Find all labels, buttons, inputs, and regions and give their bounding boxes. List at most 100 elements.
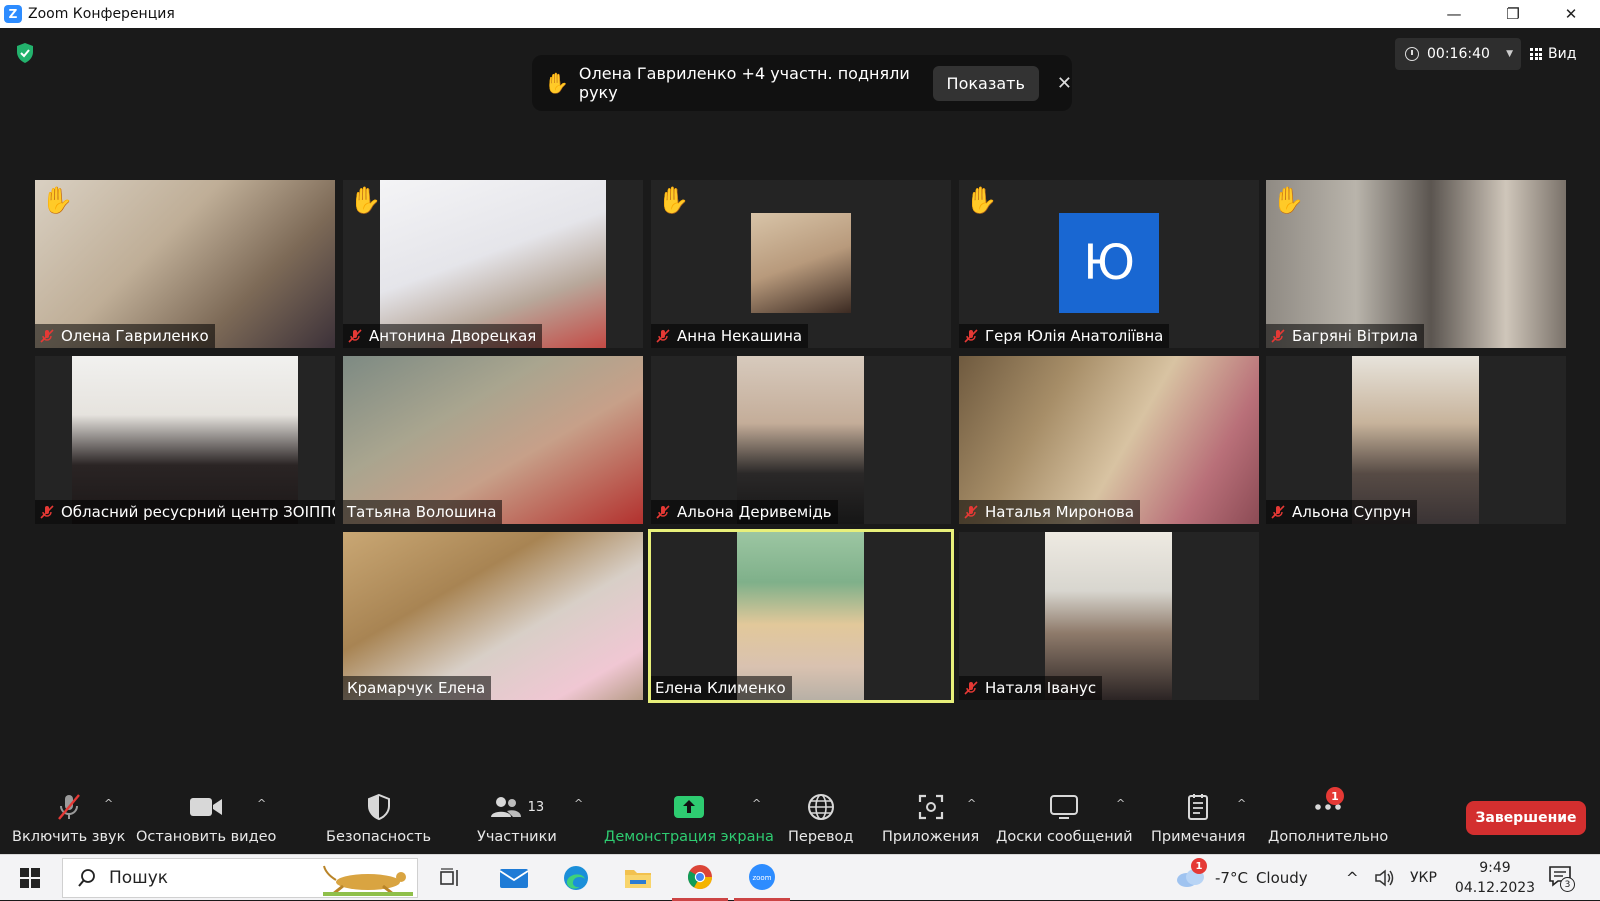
end-meeting-button[interactable]: Завершение	[1466, 801, 1586, 835]
mic-muted-icon	[1271, 329, 1285, 343]
mail-icon	[499, 869, 529, 888]
apps-label: Приложения	[882, 829, 980, 845]
mic-muted-icon	[348, 329, 362, 343]
whiteboard-icon	[1050, 795, 1079, 819]
show-button[interactable]: Показать	[932, 65, 1039, 101]
notes-icon	[1188, 794, 1209, 820]
share-screen-label: Демонстрация экрана	[604, 829, 774, 845]
search-icon	[78, 869, 95, 887]
participant-video	[737, 356, 864, 524]
participant-name: Олена Гавриленко	[61, 327, 209, 345]
folder-icon	[625, 870, 651, 888]
participant-namebar: Олена Гавриленко	[35, 324, 215, 348]
whiteboards-options-chevron-up-icon[interactable]: ^	[1116, 797, 1125, 810]
participant-tile[interactable]: Обласний ресусрний центр ЗОІППО	[35, 356, 335, 524]
meeting-timer[interactable]: 00:16:40 ▼	[1395, 38, 1521, 70]
participant-video	[343, 356, 643, 524]
apps-button[interactable]: Приложения	[882, 791, 979, 845]
participants-options-chevron-up-icon[interactable]: ^	[574, 797, 583, 810]
minimize-button[interactable]: —	[1425, 0, 1483, 28]
security-button[interactable]: Безопасность	[326, 791, 431, 845]
close-icon[interactable]: ✕	[1057, 73, 1072, 94]
audio-options-chevron-up-icon[interactable]: ^	[104, 797, 113, 810]
weather-widget[interactable]: 1 -7°C Cloudy	[1175, 855, 1308, 901]
taskbar-search[interactable]: Пошук	[62, 858, 418, 898]
participant-tile[interactable]: ✋ Олена Гавриленко	[35, 180, 335, 348]
zoom-app-icon: zoom	[749, 863, 775, 890]
mic-muted-icon	[57, 794, 80, 820]
participant-name: Антонина Дворецкая	[369, 327, 537, 345]
zoom-app-button[interactable]: zoom	[734, 855, 790, 901]
stop-video-button[interactable]: Остановить видео	[136, 791, 276, 845]
show-hidden-icons-chevron-up-icon[interactable]: ^	[1346, 855, 1359, 901]
start-button[interactable]	[2, 855, 58, 901]
participants-button[interactable]: 13 Участники	[477, 791, 557, 845]
participant-tile[interactable]: Татьяна Волошина	[343, 356, 643, 524]
participant-name: Альона Супрун	[1292, 503, 1411, 521]
share-screen-icon	[673, 796, 704, 818]
whiteboards-button[interactable]: Доски сообщений	[996, 791, 1133, 845]
participant-tile[interactable]: ✋ Антонина Дворецкая	[343, 180, 643, 348]
apps-options-chevron-up-icon[interactable]: ^	[967, 797, 976, 810]
video-options-chevron-up-icon[interactable]: ^	[257, 797, 266, 810]
svg-text:zoom: zoom	[752, 874, 771, 882]
edge-browser-button[interactable]	[548, 855, 604, 901]
meeting-toolbar: Включить звук ^ Остановить видео ^ Безоп…	[0, 785, 1600, 854]
participant-tile[interactable]: Наталя Іванус	[959, 532, 1259, 700]
participant-namebar: Альона Деривемідь	[651, 500, 838, 524]
raised-hand-icon: ✋	[41, 186, 74, 216]
share-options-chevron-up-icon[interactable]: ^	[752, 797, 761, 810]
participant-tile[interactable]: Наталья Миронова	[959, 356, 1259, 524]
participant-tile-active-speaker[interactable]: Елена Клименко	[648, 529, 954, 703]
weather-text: Cloudy	[1255, 869, 1308, 887]
participant-tile[interactable]: Крамарчук Елена	[343, 532, 643, 700]
chevron-down-icon: ▼	[1506, 49, 1513, 59]
participant-tile[interactable]: ✋ Багряні Вітрила	[1266, 180, 1566, 348]
participant-name: Обласний ресусрний центр ЗОІППО	[61, 503, 335, 521]
close-window-button[interactable]: ✕	[1542, 0, 1600, 28]
search-placeholder: Пошук	[109, 868, 169, 888]
edge-browser-icon	[564, 866, 588, 890]
translate-button[interactable]: Перевод	[788, 791, 853, 845]
participant-video	[343, 532, 643, 700]
clock-icon	[1405, 47, 1419, 61]
share-screen-button[interactable]: Демонстрация экрана	[604, 791, 774, 845]
volume-icon[interactable]	[1374, 855, 1396, 901]
mic-muted-icon	[964, 505, 978, 519]
whiteboards-label: Доски сообщений	[996, 829, 1133, 845]
unmute-label: Включить звук	[12, 829, 126, 845]
notifications-icon: 3	[1548, 865, 1575, 892]
participant-tile[interactable]: Альона Супрун	[1266, 356, 1566, 524]
restore-button[interactable]: ❐	[1484, 0, 1542, 28]
globe-icon	[807, 794, 834, 820]
participant-name: Багряні Вітрила	[1292, 327, 1418, 345]
participant-tile[interactable]: ✋ Анна Некашина	[651, 180, 951, 348]
participant-namebar: Анна Некашина	[651, 324, 809, 348]
participant-tile[interactable]: Альона Деривемідь	[651, 356, 951, 524]
apps-icon	[918, 794, 943, 820]
encryption-shield-icon[interactable]	[14, 42, 36, 64]
participant-name: Елена Клименко	[655, 679, 786, 697]
task-view-button[interactable]	[422, 855, 478, 901]
file-explorer-button[interactable]	[610, 855, 666, 901]
participant-tile[interactable]: Ю ✋ Геря Юлія Анатоліївна	[959, 180, 1259, 348]
participants-icon	[490, 797, 521, 817]
clock[interactable]: 9:49 04.12.2023	[1455, 855, 1535, 901]
weather-badge: 1	[1191, 858, 1207, 874]
notification-center-button[interactable]: 3	[1548, 855, 1575, 901]
mail-app-button[interactable]	[486, 855, 542, 901]
chrome-browser-button[interactable]	[672, 855, 728, 901]
mic-muted-icon	[1271, 505, 1285, 519]
mic-muted-icon	[40, 505, 54, 519]
more-label: Дополнительно	[1268, 829, 1389, 845]
participant-name: Анна Некашина	[677, 327, 803, 345]
raised-hand-icon: ✋	[349, 186, 382, 216]
view-button[interactable]: Вид	[1530, 38, 1576, 70]
participant-name: Наталя Іванус	[985, 679, 1097, 697]
notes-button[interactable]: Примечания	[1151, 791, 1245, 845]
window-titlebar: Z Zoom Конференция — ❐ ✕	[0, 0, 1600, 28]
mic-muted-icon	[656, 505, 670, 519]
notes-options-chevron-up-icon[interactable]: ^	[1237, 797, 1246, 810]
task-view-icon	[440, 868, 458, 886]
input-language[interactable]: УКР	[1410, 855, 1437, 901]
